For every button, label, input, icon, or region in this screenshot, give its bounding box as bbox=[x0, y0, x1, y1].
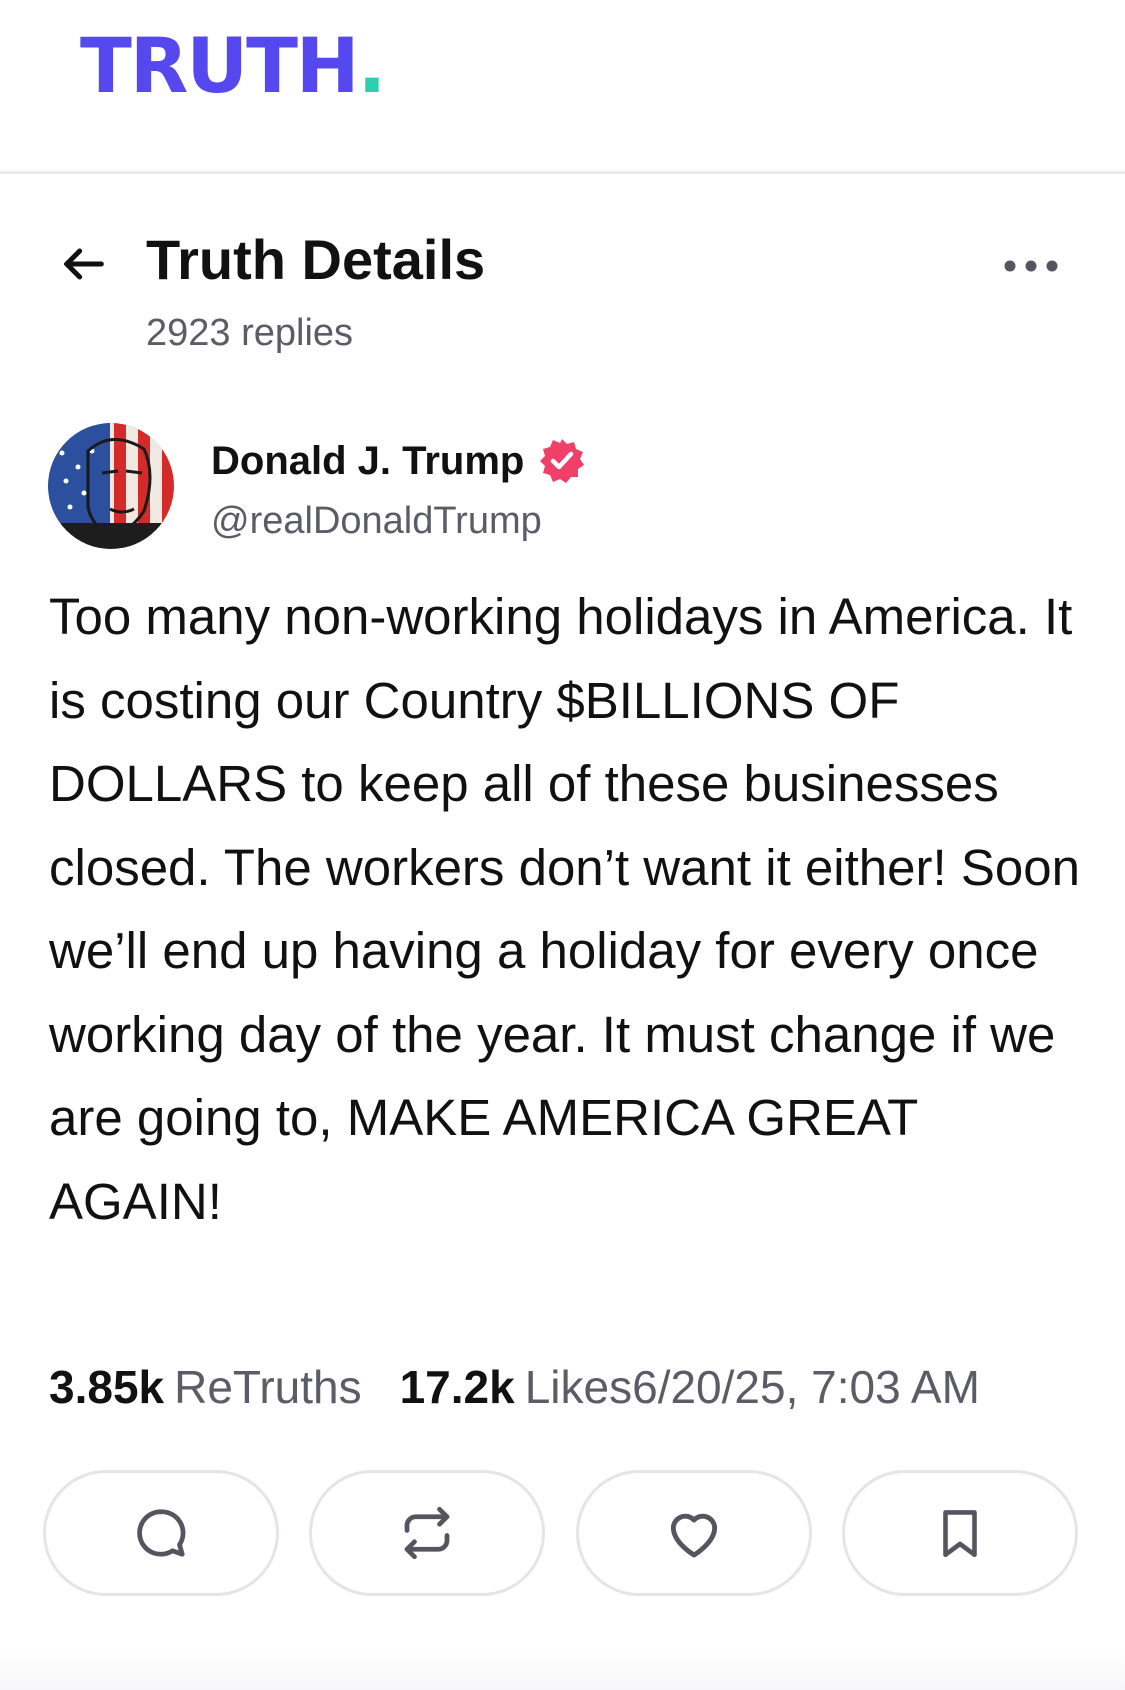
more-horizontal-icon bbox=[1004, 260, 1058, 272]
avatar-image bbox=[48, 423, 174, 549]
retruths-label[interactable]: ReTruths bbox=[174, 1364, 361, 1410]
likes-count[interactable]: 17.2k bbox=[400, 1364, 515, 1410]
reply-icon bbox=[137, 1509, 186, 1557]
retruth-icon bbox=[404, 1506, 450, 1560]
likes-label[interactable]: Likes bbox=[525, 1364, 632, 1410]
post-actions bbox=[0, 1470, 1125, 1600]
logo-text: TRUTH bbox=[80, 21, 360, 110]
retruth-button[interactable] bbox=[309, 1470, 545, 1596]
reply-button[interactable] bbox=[43, 1470, 279, 1596]
post-timestamp: 6/20/25, 7:03 AM bbox=[632, 1361, 980, 1413]
author-handle[interactable]: @realDonaldTrump bbox=[211, 502, 542, 540]
post-body-text: Too many non-working holidays in America… bbox=[49, 588, 1080, 1230]
avatar[interactable] bbox=[48, 423, 174, 549]
back-button[interactable] bbox=[54, 234, 114, 294]
more-options-button[interactable] bbox=[996, 246, 1066, 286]
arrow-left-icon bbox=[64, 248, 104, 280]
bookmark-button[interactable] bbox=[842, 1470, 1078, 1596]
author-name-row: Donald J. Trump bbox=[211, 436, 586, 486]
verified-badge-icon bbox=[540, 439, 585, 483]
replies-count: 2923 replies bbox=[146, 312, 354, 354]
bottom-edge bbox=[0, 1650, 1125, 1690]
top-bar: TRUTH. bbox=[0, 0, 1125, 174]
truth-logo[interactable]: TRUTH. bbox=[80, 28, 386, 104]
logo-dot: . bbox=[357, 21, 387, 110]
retruths-count[interactable]: 3.85k bbox=[49, 1364, 164, 1410]
page-title: Truth Details bbox=[146, 228, 486, 291]
author-display-name[interactable]: Donald J. Trump bbox=[211, 441, 524, 481]
page-header: Truth Details 2923 replies bbox=[0, 174, 1125, 404]
like-button[interactable] bbox=[576, 1470, 812, 1596]
heart-icon bbox=[670, 1513, 718, 1558]
post-stats: 3.85k ReTruths 17.2k Likes 6/20/25, 7:03… bbox=[49, 1364, 980, 1420]
bookmark-icon bbox=[943, 1510, 977, 1558]
post-author: Donald J. Trump @realDonaldTrump bbox=[0, 420, 1125, 555]
